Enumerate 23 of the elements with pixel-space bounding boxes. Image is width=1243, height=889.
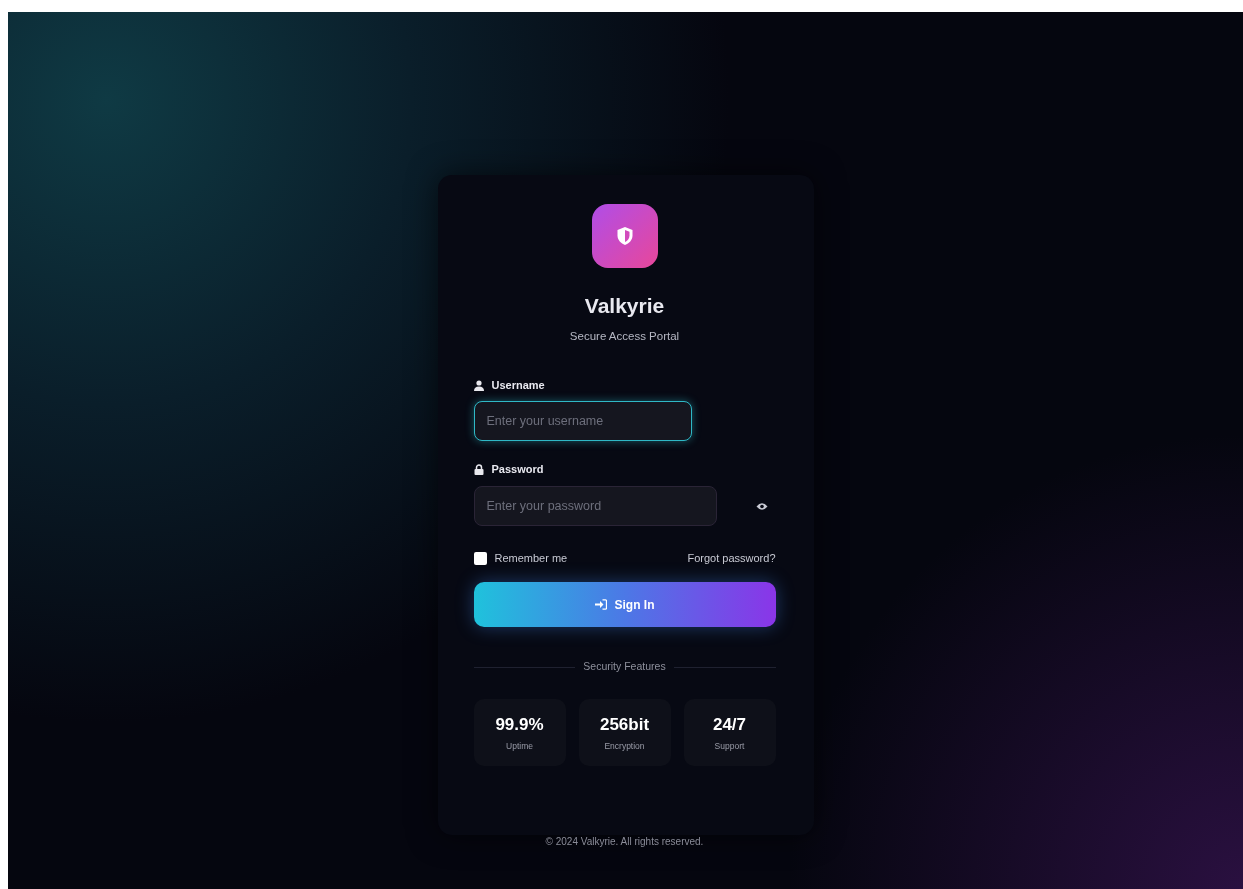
field-label: Password <box>491 462 544 478</box>
remember-checkbox[interactable] <box>473 551 487 565</box>
stat-label: Uptime <box>506 740 533 754</box>
user-icon <box>473 379 484 391</box>
section-heading: Security Features <box>583 659 666 675</box>
app-title: Valkyrie <box>584 293 665 319</box>
shield-icon <box>615 226 634 246</box>
sign-in-icon <box>594 599 607 611</box>
lock-icon <box>473 464 484 475</box>
remember-label: Remember me <box>494 550 568 566</box>
username-field[interactable]: Enter your username <box>473 401 692 442</box>
field-label: Username <box>491 377 545 393</box>
stat-label: Encryption <box>604 740 645 754</box>
stat-value: 256bit <box>599 713 650 736</box>
stat-label: Support <box>714 740 745 754</box>
copyright-text: © 2024 Valkyrie. All rights reserved. <box>545 836 704 847</box>
stat-value: 24/7 <box>712 713 747 736</box>
password-field[interactable]: Enter your password <box>473 485 717 526</box>
app-subtitle: Secure Access Portal <box>569 328 680 344</box>
eye-icon[interactable] <box>755 502 768 511</box>
sign-in-button[interactable]: Sign In <box>473 582 776 628</box>
forgot-password-link[interactable]: Forgot password? <box>687 549 776 567</box>
stat-value: 99.9% <box>495 713 544 736</box>
